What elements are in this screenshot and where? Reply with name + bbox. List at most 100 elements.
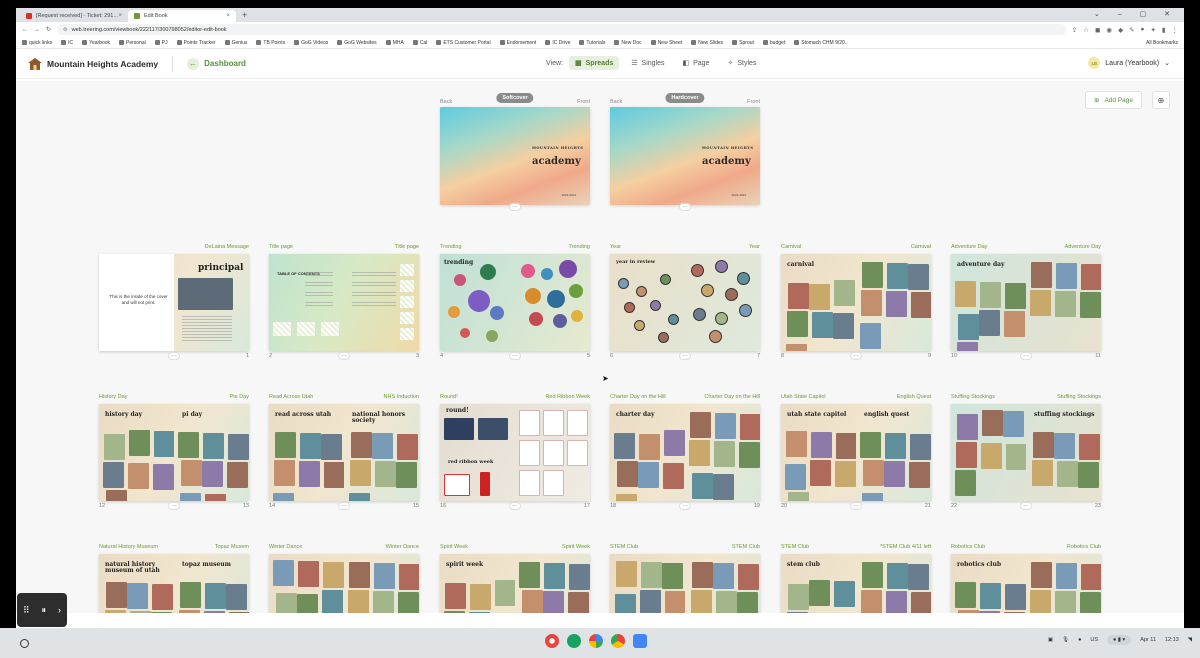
left-page-thumbnail[interactable]: year in review (610, 254, 685, 351)
bookmark-item[interactable]: Cal (412, 40, 427, 46)
extension-icon[interactable]: ◉ (1106, 26, 1112, 34)
right-page-name[interactable]: English Quest (897, 394, 931, 404)
bookmark-item[interactable]: New Doc (614, 40, 642, 46)
page-spread[interactable]: Stuffing Stockings Stuffing Stockings stu… (951, 394, 1101, 511)
play-store-icon[interactable] (589, 634, 603, 648)
clipboard-icon[interactable]: ▣ (1048, 637, 1053, 643)
spread-thumbnail[interactable]: year in review (610, 254, 760, 351)
bookmark-item[interactable]: GoG Videos (294, 40, 328, 46)
url-field[interactable]: ⊜ web.treering.com/viewbook/222117/30079… (57, 24, 1066, 35)
left-page-name[interactable]: Trending (440, 244, 462, 254)
spread-thumbnail[interactable]: adventure day (951, 254, 1101, 351)
bookmark-item[interactable]: IC (61, 40, 73, 46)
left-page-name[interactable]: History Day (99, 394, 127, 404)
meet-icon[interactable] (567, 634, 581, 648)
user-menu[interactable]: LB Laura (Yearbook) ⌄ (1088, 57, 1170, 69)
right-page-thumbnail[interactable] (685, 554, 760, 613)
left-page-name[interactable]: Charter Day on the Hill (610, 394, 666, 404)
back-icon[interactable]: ← (22, 27, 28, 33)
pause-icon[interactable]: ⏸ (42, 605, 47, 616)
right-page-thumbnail[interactable] (856, 254, 931, 351)
more-options-icon[interactable]: … (509, 502, 521, 510)
right-page-thumbnail[interactable] (515, 404, 590, 501)
right-page-thumbnail[interactable]: national honors society (344, 404, 419, 501)
share-icon[interactable]: ⇪ (1072, 26, 1077, 34)
right-page-name[interactable]: Red Ribbon Week (545, 394, 590, 404)
bookmark-item[interactable]: Genius (224, 40, 247, 46)
right-page-name[interactable]: Carnival (911, 244, 931, 254)
reload-icon[interactable]: ↻ (46, 26, 51, 33)
left-page-name[interactable]: Adventure Day (951, 244, 987, 254)
right-page-name[interactable]: STEM Club (732, 544, 760, 554)
spread-thumbnail[interactable]: stem club (781, 554, 931, 613)
spread-thumbnail[interactable]: read across utah national honors society (269, 404, 419, 501)
keyboard-language[interactable]: US (1090, 637, 1098, 643)
chrome-icon[interactable] (611, 634, 625, 648)
more-options-icon[interactable]: … (338, 502, 350, 510)
page-spread[interactable]: Trending Trending trending 4 … 5 (440, 244, 590, 361)
view-spreads-button[interactable]: ▦ Spreads (569, 56, 620, 70)
extension-icon[interactable]: ● (1141, 26, 1145, 34)
page-spread[interactable]: Title page Title page TABLE OF CONTENTS 2… (269, 244, 419, 361)
right-page-thumbnail[interactable] (685, 404, 760, 501)
school-logo[interactable]: Mountain Heights Academy (28, 57, 158, 70)
dashboard-link[interactable]: ← Dashboard (187, 57, 246, 70)
puzzle-icon[interactable]: ✦ (1150, 26, 1155, 34)
page-spread[interactable]: Read Across Utah NHS Induction read acros… (269, 394, 419, 511)
right-page-thumbnail[interactable] (1026, 254, 1101, 351)
spread-thumbnail[interactable]: natural history museum of utah topaz mus… (99, 554, 249, 613)
right-page-name[interactable]: Charter Day on the Hill (704, 394, 760, 404)
spread-thumbnail[interactable]: robotics club (951, 554, 1101, 613)
left-page-thumbnail[interactable] (269, 554, 344, 613)
left-page-thumbnail[interactable]: utah state capitol (781, 404, 856, 501)
cover-hardcover[interactable]: Back Front Hardcover MOUNTAIN HEIGHTS acad… (610, 93, 760, 211)
page-spread[interactable]: Year Year year in review 6 … 7 (610, 244, 760, 361)
left-page-thumbnail[interactable]: This is the inside of the cover and will… (99, 254, 174, 351)
new-tab-button[interactable]: + (236, 10, 253, 20)
page-spread[interactable]: Round! Red Ribbon Week round! red ribbon w… (440, 394, 590, 511)
bookmark-item[interactable]: TB Points (256, 40, 285, 46)
bookmark-item[interactable]: New Sheet (650, 40, 682, 46)
more-options-icon[interactable]: … (509, 203, 521, 211)
spread-thumbnail[interactable]: This is the inside of the cover and will… (99, 254, 249, 351)
right-page-thumbnail[interactable] (515, 554, 590, 613)
extension-icon[interactable]: ◆ (1118, 26, 1123, 34)
bookmark-item[interactable]: Sprout (732, 40, 754, 46)
bookmark-item[interactable]: MHA (385, 40, 404, 46)
page-spread[interactable]: Charter Day on the Hill Charter Day on th… (610, 394, 760, 511)
window-controls[interactable]: ⌄ – ▢ ✕ (1094, 10, 1178, 18)
tray-date[interactable]: Apr 11 (1140, 637, 1156, 643)
record-icon[interactable]: ● (1078, 637, 1081, 643)
bookmark-item[interactable]: Tutorials (579, 40, 605, 46)
left-page-thumbnail[interactable]: spirit week (440, 554, 515, 613)
close-icon[interactable]: × (118, 13, 122, 19)
bookmark-item[interactable]: Yearbook (82, 40, 110, 46)
zoom-button[interactable]: ⊕ (1152, 91, 1170, 109)
left-page-thumbnail[interactable]: read across utah (269, 404, 344, 501)
right-page-name[interactable]: Trending (568, 244, 590, 254)
view-styles-button[interactable]: ✧ Styles (721, 56, 762, 70)
right-page-name[interactable]: Robotics Club (1067, 544, 1101, 554)
page-spread[interactable]: Natural History Museum Topaz Musem natura… (99, 544, 249, 613)
left-page-name[interactable]: Read Across Utah (269, 394, 313, 404)
left-page-thumbnail[interactable]: adventure day (951, 254, 1026, 351)
left-page-thumbnail[interactable]: carnival (781, 254, 856, 351)
more-options-icon[interactable]: … (168, 502, 180, 510)
page-spread[interactable]: Spirit WeekSpirit Week spirit week … (440, 544, 590, 613)
left-page-name[interactable]: STEM Club (781, 544, 809, 554)
right-page-thumbnail[interactable] (344, 554, 419, 613)
left-page-thumbnail[interactable]: history day (99, 404, 174, 501)
right-page-thumbnail[interactable] (344, 254, 419, 351)
bookmark-item[interactable]: PJ (154, 40, 168, 46)
right-page-name[interactable]: DeLaina Message (205, 244, 249, 254)
more-options-icon[interactable]: … (168, 352, 180, 360)
screen-recorder-widget[interactable]: ⠿ ⏸ › (17, 593, 67, 627)
cover-softcover[interactable]: Back Front Softcover MOUNTAIN HEIGHTS acad… (440, 93, 590, 211)
more-options-icon[interactable]: … (679, 352, 691, 360)
bookmark-item[interactable]: Personal (119, 40, 146, 46)
wifi-icon[interactable]: ◥ (1188, 637, 1192, 643)
close-icon[interactable]: × (226, 13, 230, 19)
more-options-icon[interactable]: … (509, 352, 521, 360)
bookmark-item[interactable]: Points Tracker (176, 40, 216, 46)
more-options-icon[interactable]: … (338, 352, 350, 360)
